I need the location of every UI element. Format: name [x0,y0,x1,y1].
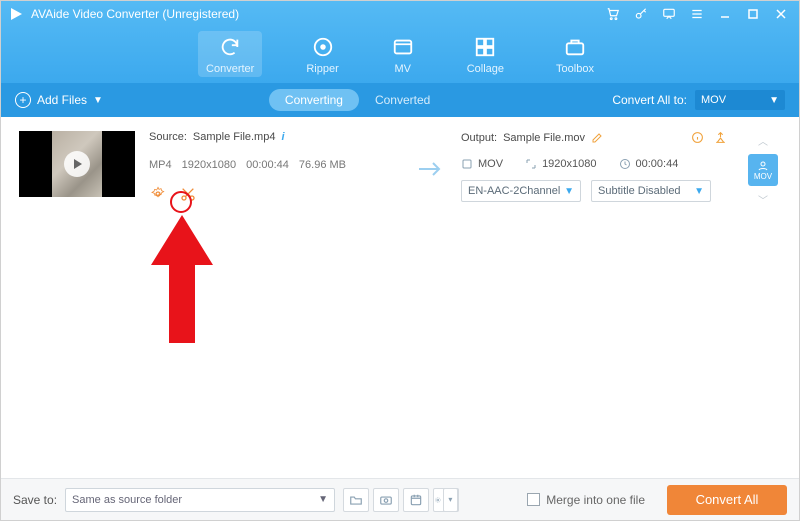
open-folder-button[interactable] [343,488,369,512]
cut-button[interactable] [179,185,197,203]
output-profile-button[interactable]: MOV [748,154,778,186]
tab-mv[interactable]: MV [383,31,423,77]
subtitle-select[interactable]: Subtitle Disabled ▼ [591,180,711,202]
tab-toolbox[interactable]: Toolbox [548,31,602,77]
edit-button[interactable] [149,185,167,203]
tab-collage[interactable]: Collage [459,31,512,77]
chevron-down-icon: ▼ [318,494,328,505]
video-thumbnail[interactable] [19,131,135,197]
chevron-down-icon: ▼ [694,186,704,197]
bottom-tool-buttons: ▾ [343,488,459,512]
tab-converted[interactable]: Converted [359,89,446,111]
output-duration: 00:00:44 [636,158,679,170]
source-size: 76.96 MB [299,159,346,171]
rename-button[interactable] [591,132,603,144]
converter-icon [218,35,242,59]
collage-icon [473,35,497,59]
source-duration: 00:00:44 [246,159,289,171]
ripper-icon [311,35,335,59]
add-files-button[interactable]: + Add Files ▼ [15,92,103,108]
annotation-arrow [143,215,221,345]
convert-all-to-label: Convert All to: [612,93,687,107]
chevron-down-icon: ▼ [769,95,779,106]
source-resolution: 1920x1080 [182,159,236,171]
key-icon[interactable] [633,6,649,22]
tab-ripper-label: Ripper [306,63,338,75]
main-tabs: Converter Ripper MV Collage Toolbox [1,27,799,83]
file-list: Source: Sample File.mp4 i MP4 1920x1080 … [1,117,799,478]
info-icon[interactable]: i [281,131,284,143]
status-tabs: Converting Converted [269,89,446,111]
task-schedule-button[interactable] [403,488,429,512]
source-filename: Sample File.mp4 [193,131,276,143]
maximize-button[interactable] [745,6,761,22]
compress-icon[interactable] [714,131,727,144]
move-up-button[interactable]: ︿ [758,133,768,148]
save-to-select[interactable]: Same as source folder ▼ [65,488,335,512]
bottom-bar: Save to: Same as source folder ▼ ▾ Merge… [1,478,799,520]
titlebar-top: AVAide Video Converter (Unregistered) [1,1,799,27]
save-to-value: Same as source folder [72,494,182,506]
convert-all-label: Convert All [696,492,759,507]
source-label: Source: [149,131,187,143]
plus-icon: + [15,92,31,108]
mv-icon [391,35,415,59]
output-resolution: 1920x1080 [542,158,596,170]
checkbox-icon [527,493,540,506]
tab-ripper[interactable]: Ripper [298,31,346,77]
tab-converter-label: Converter [206,63,254,75]
arrow-icon [413,131,447,177]
convert-all-button[interactable]: Convert All [667,485,787,515]
snapshot-button[interactable] [373,488,399,512]
toolbox-icon [563,35,587,59]
sub-toolbar: + Add Files ▼ Converting Converted Conve… [1,83,799,117]
window-title: AVAide Video Converter (Unregistered) [31,7,239,21]
titlebar: AVAide Video Converter (Unregistered) Co… [1,1,799,83]
info-output-icon[interactable] [691,131,704,144]
convert-all-format-select[interactable]: MOV ▼ [695,90,785,110]
audio-track-value: EN-AAC-2Channel [468,185,560,197]
resolution-icon [525,158,537,170]
output-info: Output: Sample File.mov [461,131,727,202]
tab-mv-label: MV [394,63,411,75]
clock-icon [619,158,631,170]
tab-converter[interactable]: Converter [198,31,262,77]
menu-icon[interactable] [689,6,705,22]
merge-label: Merge into one file [546,493,645,507]
settings-button[interactable]: ▾ [433,488,459,512]
source-info: Source: Sample File.mp4 i MP4 1920x1080 … [149,131,399,203]
merge-checkbox[interactable]: Merge into one file [527,493,645,507]
source-format: MP4 [149,159,172,171]
tab-toolbox-label: Toolbox [556,63,594,75]
tab-collage-label: Collage [467,63,504,75]
output-label: Output: [461,132,497,144]
chevron-down-icon: ▼ [564,186,574,197]
minimize-button[interactable] [717,6,733,22]
move-down-button[interactable]: ﹀ [758,192,768,207]
profile-icon [756,160,770,172]
file-item: Source: Sample File.mp4 i MP4 1920x1080 … [19,131,781,207]
output-profile: ︿ MOV ﹀ [745,131,781,207]
output-filename: Sample File.mov [503,132,585,144]
subtitle-value: Subtitle Disabled [598,185,681,197]
feedback-icon[interactable] [661,6,677,22]
audio-track-select[interactable]: EN-AAC-2Channel ▼ [461,180,581,202]
app-logo-icon [7,5,25,23]
output-profile-label: MOV [754,172,772,181]
app-window: AVAide Video Converter (Unregistered) Co… [0,0,800,521]
output-format: MOV [478,158,503,170]
window-controls [605,6,793,22]
play-icon [64,151,90,177]
cart-icon[interactable] [605,6,621,22]
convert-all-format-value: MOV [701,94,726,106]
chevron-down-icon: ▼ [93,95,103,106]
add-files-label: Add Files [37,93,87,107]
convert-all-to: Convert All to: MOV ▼ [612,90,785,110]
close-button[interactable] [773,6,789,22]
save-to-label: Save to: [13,493,57,507]
format-icon [461,158,473,170]
tab-converting[interactable]: Converting [269,89,359,111]
